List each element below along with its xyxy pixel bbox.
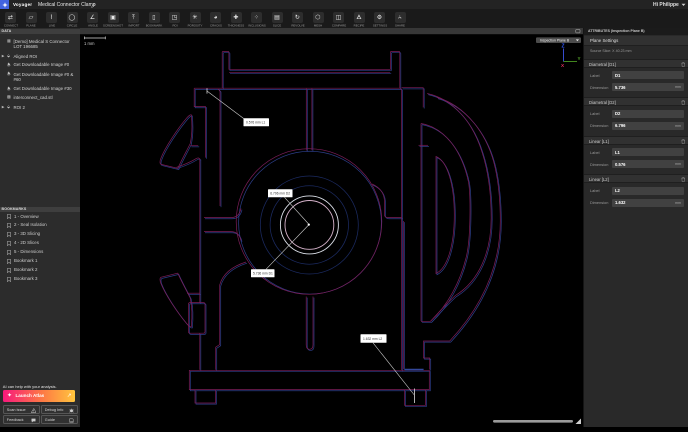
svg-text:1 mm: 1 mm xyxy=(84,41,95,46)
svg-text:5.736 mm D1: 5.736 mm D1 xyxy=(253,272,273,276)
svg-text:Z: Z xyxy=(562,44,565,50)
svg-text:Y: Y xyxy=(578,56,581,61)
svg-text:6.796 mm D2: 6.796 mm D2 xyxy=(270,192,290,196)
svg-text:Inspection Plane B: Inspection Plane B xyxy=(540,39,570,43)
svg-text:X: X xyxy=(561,63,565,68)
svg-text:1.632 mm L2: 1.632 mm L2 xyxy=(363,337,382,341)
svg-text:0.576 mm L1: 0.576 mm L1 xyxy=(246,121,265,125)
